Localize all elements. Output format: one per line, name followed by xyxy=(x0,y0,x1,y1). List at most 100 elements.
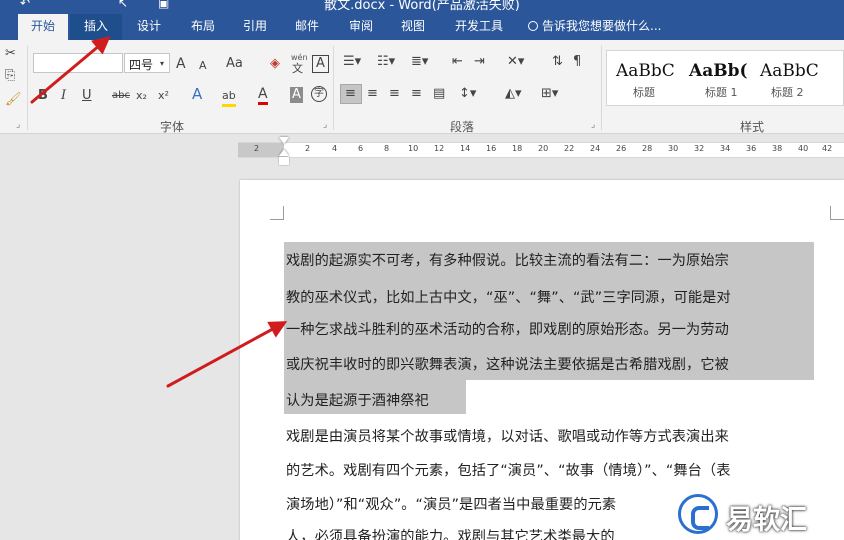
sort-icon[interactable]: ⇅ xyxy=(552,54,563,70)
shrink-font-icon[interactable]: A xyxy=(199,58,207,74)
numbering-icon[interactable]: ☷▾ xyxy=(377,54,395,70)
tab-home[interactable]: 开始 xyxy=(18,14,68,40)
ruler-tick: 28 xyxy=(642,144,653,153)
watermark: 易软汇 xyxy=(676,490,844,540)
distributed-icon[interactable]: ▤ xyxy=(433,86,445,102)
ruler-tick: 6 xyxy=(358,144,364,153)
watermark-logo-icon xyxy=(678,494,718,534)
justify-icon[interactable]: ≡ xyxy=(411,86,422,102)
shading-icon[interactable]: ◭▾ xyxy=(505,86,522,102)
bold-button[interactable]: B xyxy=(38,88,48,104)
paragraph-line[interactable]: 教的巫术仪式，比如上古中文，“巫”、“舞”、“武”三字同源，可能是对 xyxy=(286,287,731,307)
tell-me-box[interactable]: 告诉我您想要做什么... xyxy=(528,14,661,40)
tab-references[interactable]: 引用 xyxy=(232,14,278,40)
paragraph-line[interactable]: 一种乞求战斗胜利的巫术活动的合称，即戏剧的原始形态。另一为劳动 xyxy=(286,319,729,339)
decrease-indent-icon[interactable]: ⇤ xyxy=(452,54,463,70)
paragraph-line[interactable]: 戏剧是由演员将某个故事或情境，以对话、歌唱或动作等方式表演出来 xyxy=(286,426,729,446)
style-sample-heading2[interactable]: AaBbC xyxy=(760,61,819,81)
group-separator xyxy=(333,46,334,130)
tab-design[interactable]: 设计 xyxy=(126,14,172,40)
tab-mailings[interactable]: 邮件 xyxy=(284,14,330,40)
group-separator xyxy=(27,46,28,130)
tab-review[interactable]: 审阅 xyxy=(338,14,384,40)
align-center-icon[interactable]: ≡ xyxy=(367,86,378,102)
margin-corner-mark xyxy=(270,206,284,220)
margin-corner-mark xyxy=(830,206,844,220)
format-painter-icon[interactable]: 🖌 xyxy=(5,92,22,108)
bullets-icon[interactable]: ☰▾ xyxy=(343,54,361,70)
chevron-down-icon: ▾ xyxy=(160,59,165,68)
ruler-tick: 22 xyxy=(564,144,575,153)
char-shading-button[interactable]: A xyxy=(290,87,303,103)
font-size-box[interactable]: 四号 ▾ xyxy=(124,53,170,73)
ruler-tick: 32 xyxy=(694,144,705,153)
font-group-label: 字体 xyxy=(160,120,185,134)
paragraph-line[interactable]: 认为是起源于酒神祭祀 xyxy=(286,390,429,410)
subscript-button[interactable]: x₂ xyxy=(136,88,147,104)
window-title: 散文.docx - Word(产品激活失败) xyxy=(324,0,520,13)
asian-layout-icon[interactable]: ✕▾ xyxy=(507,54,524,70)
cut-icon[interactable]: ✂ xyxy=(5,46,16,62)
show-marks-icon[interactable]: ¶ xyxy=(573,54,581,70)
ruler-tick: 36 xyxy=(746,144,757,153)
lightbulb-icon xyxy=(528,21,538,31)
grow-font-icon[interactable]: A xyxy=(176,56,186,72)
ruler-tick: 34 xyxy=(720,144,731,153)
style-sample-title[interactable]: AaBbC xyxy=(616,61,675,81)
style-name-title: 标题 xyxy=(633,86,655,99)
document-page[interactable]: 戏剧的起源实不可考，有多种假说。比较主流的看法有二：一为原始宗 教的巫术仪式，比… xyxy=(240,180,844,540)
paragraph-line[interactable]: 演场地）”和“观众”。“演员”是四者当中最重要的元素 xyxy=(286,494,616,514)
clear-format-icon[interactable]: ◈ xyxy=(270,56,280,72)
paragraph-line[interactable]: 的艺术。戏剧有四个元素，包括了“演员”、“故事（情境）”、“舞台（表 xyxy=(286,460,731,480)
multilevel-list-icon[interactable]: ≣▾ xyxy=(411,54,428,70)
highlight-button[interactable]: ab xyxy=(222,88,236,107)
clipboard-launcher-icon[interactable]: ⌟ xyxy=(16,120,20,130)
change-case-icon[interactable]: Aa xyxy=(226,56,243,72)
font-launcher-icon[interactable]: ⌟ xyxy=(323,120,327,130)
tab-insert[interactable]: 插入 xyxy=(70,14,122,40)
ruler-margin xyxy=(238,143,284,157)
line-spacing-icon[interactable]: ↕▾ xyxy=(459,86,476,102)
increase-indent-icon[interactable]: ⇥ xyxy=(474,54,485,70)
style-name-heading1: 标题 1 xyxy=(705,86,738,99)
text-effects-button[interactable]: A xyxy=(192,86,202,102)
ruler-tick: 18 xyxy=(512,144,523,153)
ruler-tick: 12 xyxy=(434,144,445,153)
tab-layout[interactable]: 布局 xyxy=(180,14,226,40)
ruler-tick: 38 xyxy=(772,144,783,153)
ruler-tick: 30 xyxy=(668,144,679,153)
style-sample-heading1[interactable]: AaBb( xyxy=(689,61,748,81)
paragraph-line[interactable]: 人，必须具备扮演的能力。戏剧与其它艺术类最大的 xyxy=(286,526,615,540)
paragraph-line[interactable]: 或庆祝丰收时的即兴歌舞表演，这种说法主要依据是古希腊戏剧，它被 xyxy=(286,354,729,374)
paragraph-launcher-icon[interactable]: ⌟ xyxy=(591,120,595,130)
indent-markers[interactable] xyxy=(279,137,289,167)
enclose-char-button[interactable]: 字 xyxy=(311,86,327,102)
paragraph-line[interactable]: 戏剧的起源实不可考，有多种假说。比较主流的看法有二：一为原始宗 xyxy=(286,250,729,270)
font-size-value: 四号 xyxy=(129,58,154,72)
ruler-tick: 26 xyxy=(616,144,627,153)
left-indent-icon xyxy=(279,157,289,165)
paragraph-group-label: 段落 xyxy=(450,120,475,134)
styles-group-label: 样式 xyxy=(740,120,765,134)
strikethrough-button[interactable]: abc xyxy=(112,88,130,104)
align-left-icon: ≡ xyxy=(345,86,356,101)
tab-developer[interactable]: 开发工具 xyxy=(448,14,510,40)
style-name-heading2: 标题 2 xyxy=(771,86,804,99)
tab-view[interactable]: 视图 xyxy=(390,14,436,40)
phonetic-guide-icon[interactable]: 文 xyxy=(292,61,303,77)
borders-icon[interactable]: ⊞▾ xyxy=(541,86,558,102)
copy-icon[interactable]: ⎘ xyxy=(5,68,15,84)
ruler-tick: 14 xyxy=(460,144,471,153)
char-border-icon[interactable]: A xyxy=(312,55,329,73)
watermark-text: 易软汇 xyxy=(726,505,807,536)
italic-button[interactable]: I xyxy=(61,88,66,104)
underline-button[interactable]: U xyxy=(82,88,92,104)
font-color-button[interactable]: A xyxy=(258,86,268,105)
align-right-icon[interactable]: ≡ xyxy=(389,86,400,102)
superscript-button[interactable]: x² xyxy=(158,88,169,104)
horizontal-ruler[interactable]: 2 2 4 6 8 10 12 14 16 18 20 22 24 26 28 … xyxy=(238,138,844,158)
font-name-box[interactable] xyxy=(33,53,123,73)
tell-me-placeholder: 告诉我您想要做什么... xyxy=(542,19,662,33)
first-line-indent-icon xyxy=(279,137,289,144)
ruler-tick: 2 xyxy=(305,144,311,153)
